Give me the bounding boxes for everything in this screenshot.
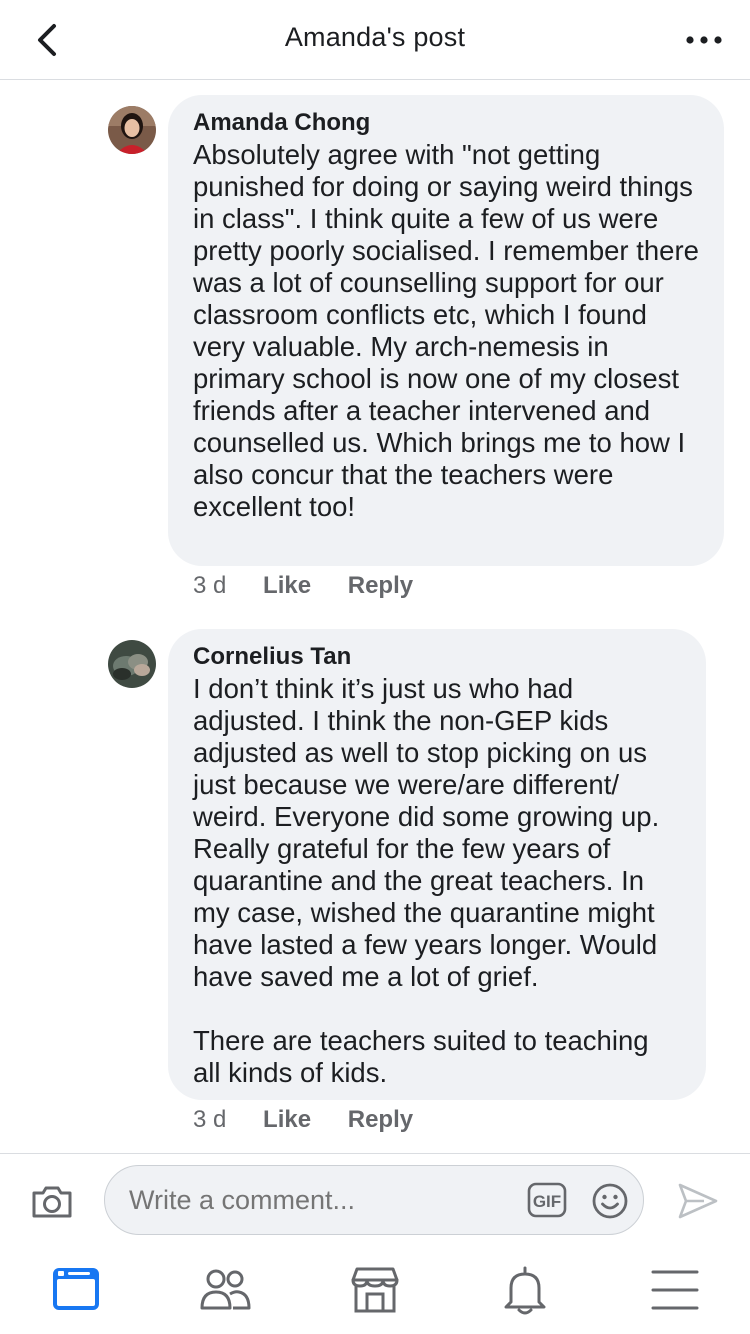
more-horizontal-icon[interactable] xyxy=(684,30,724,50)
page-title: Amanda's post xyxy=(284,22,466,52)
camera-icon[interactable] xyxy=(30,1181,74,1221)
gif-button[interactable]: GIF xyxy=(527,1182,567,1218)
send-icon[interactable] xyxy=(676,1181,720,1221)
comment-actions: 3 d Like Reply xyxy=(193,571,443,601)
like-button[interactable]: Like xyxy=(263,1106,311,1133)
gif-icon: GIF xyxy=(527,1182,567,1218)
marketplace-icon[interactable] xyxy=(347,1264,403,1316)
smiley-icon[interactable] xyxy=(591,1182,629,1220)
reply-button[interactable]: Reply xyxy=(348,1106,413,1133)
friends-icon[interactable] xyxy=(197,1264,253,1316)
comment-text: Absolutely agree with "not getting punis… xyxy=(193,139,699,522)
comment-composer: GIF xyxy=(0,1153,750,1247)
gif-label: GIF xyxy=(533,1192,561,1211)
avatar-image xyxy=(108,640,156,688)
menu-icon[interactable] xyxy=(647,1264,703,1316)
comment-text: I don’t think it’s just us who had adjus… xyxy=(193,673,660,1088)
like-button[interactable]: Like xyxy=(263,572,311,599)
comment-timestamp: 3 d xyxy=(193,1106,227,1133)
top-bar: Amanda's post xyxy=(0,0,750,80)
notifications-icon[interactable] xyxy=(497,1264,553,1316)
comment-author[interactable]: Cornelius Tan xyxy=(193,643,682,671)
comment-input-container[interactable]: GIF xyxy=(104,1165,644,1235)
comment-input[interactable] xyxy=(129,1185,489,1216)
comment-author[interactable]: Amanda Chong xyxy=(193,109,700,137)
comment-bubble[interactable]: Cornelius Tan I don’t think it’s just us… xyxy=(168,629,706,1100)
reply-button[interactable]: Reply xyxy=(348,572,413,599)
bottom-tab-bar xyxy=(0,1246,750,1334)
avatar-image xyxy=(108,106,156,154)
comment-bubble[interactable]: Amanda Chong Absolutely agree with "not … xyxy=(168,95,724,566)
avatar[interactable] xyxy=(108,640,156,688)
avatar[interactable] xyxy=(108,106,156,154)
comment-timestamp: 3 d xyxy=(193,572,227,599)
comment-actions: 3 d Like Reply xyxy=(193,1105,443,1135)
news-feed-icon[interactable] xyxy=(48,1264,104,1316)
